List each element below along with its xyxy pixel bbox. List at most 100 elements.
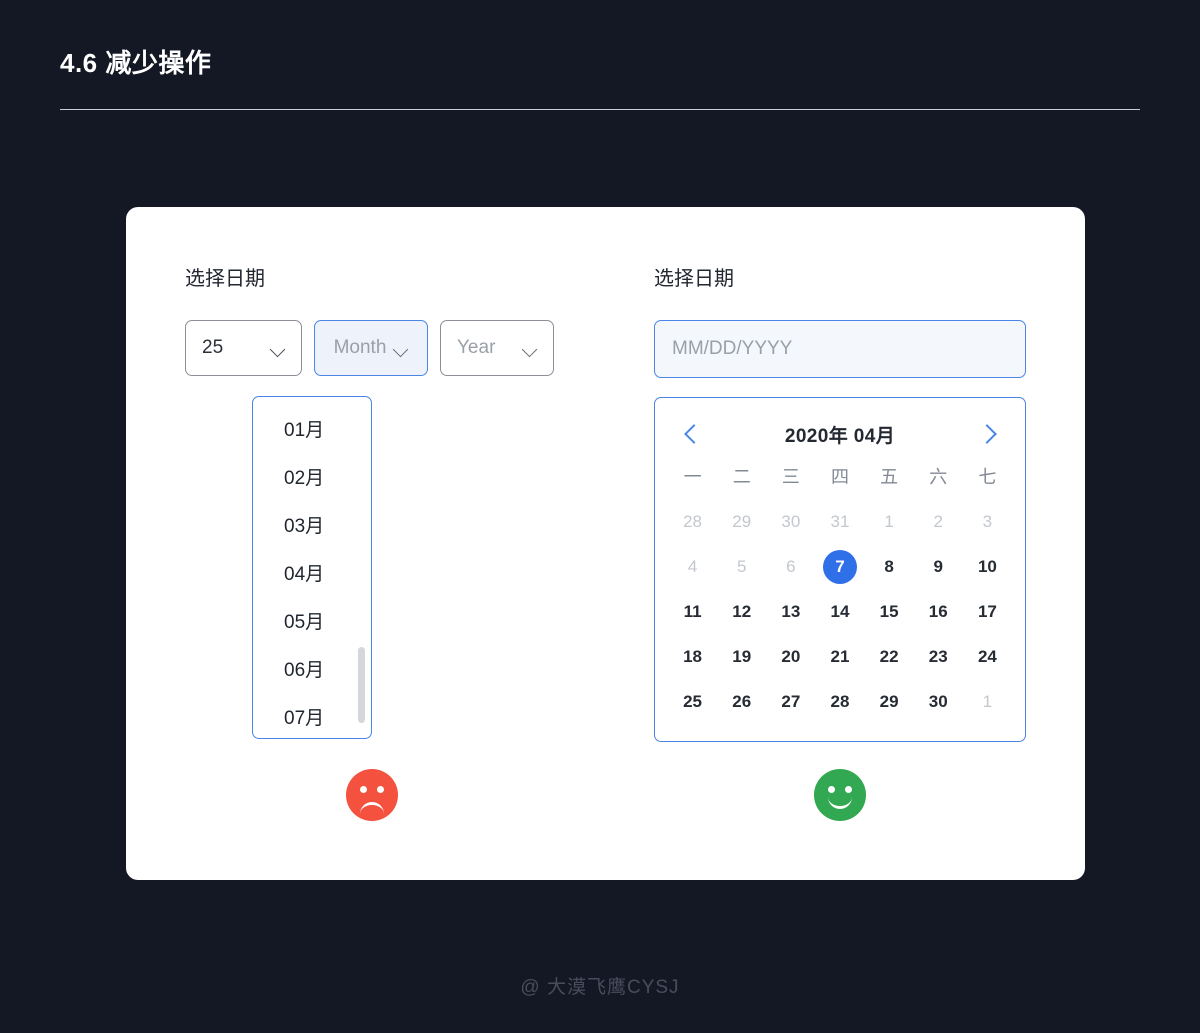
list-item[interactable]: 02月	[253, 455, 371, 503]
calendar-day-label: 3	[982, 511, 993, 531]
chevron-down-icon	[523, 344, 537, 353]
calendar-day-4[interactable]: 4	[668, 544, 717, 589]
calendar-day-13[interactable]: 13	[766, 589, 815, 634]
calendar-day-label: 30	[928, 691, 948, 711]
list-item[interactable]: 04月	[253, 551, 371, 599]
list-item[interactable]: 06月	[253, 647, 371, 695]
month-dropdown-list[interactable]: 01月 02月 03月 04月 05月 06月 07月	[252, 396, 372, 739]
calendar-day-24[interactable]: 24	[963, 634, 1012, 679]
calendar-day-label: 24	[977, 646, 997, 666]
date-input[interactable]: MM/DD/YYYY	[654, 320, 1026, 378]
calendar-day-17[interactable]: 17	[963, 589, 1012, 634]
calendar-day-label: 22	[879, 646, 899, 666]
calendar-popup: 2020年 04月 一 二 三 四 五 六 七 28 29 30 31 1 2 3 4 5 6 7 8…	[654, 397, 1026, 742]
year-select-value: Year	[457, 337, 496, 358]
year-select[interactable]: Year	[440, 320, 554, 376]
month-dropdown-items: 01月 02月 03月 04月 05月 06月 07月	[253, 397, 371, 738]
month-select[interactable]: Month	[314, 320, 428, 376]
calendar-day-18[interactable]: 18	[668, 634, 717, 679]
calendar-day-label: 31	[830, 511, 850, 531]
left-panel: 选择日期 25 Month Year	[185, 265, 605, 376]
sad-face-eye-left	[360, 786, 367, 793]
dropdown-scrollbar-thumb[interactable]	[358, 647, 365, 723]
dropdown-scrollbar[interactable]	[358, 407, 365, 728]
calendar-day-14[interactable]: 14	[815, 589, 864, 634]
list-item[interactable]: 03月	[253, 503, 371, 551]
calendar-day-label: 14	[830, 601, 850, 621]
chevron-right-icon[interactable]	[976, 421, 1002, 447]
calendar-day-8[interactable]: 8	[865, 544, 914, 589]
left-panel-label: 选择日期	[185, 268, 265, 290]
weekday-label: 三	[781, 467, 800, 487]
calendar-day-3[interactable]: 3	[963, 499, 1012, 544]
page-title: 4.6 减少操作	[60, 48, 212, 78]
calendar-day-15[interactable]: 15	[865, 589, 914, 634]
calendar-day-label: 17	[977, 601, 997, 621]
calendar-day-2[interactable]: 2	[914, 499, 963, 544]
calendar-day-25[interactable]: 25	[668, 679, 717, 724]
calendar-day-label: 16	[928, 601, 948, 621]
sad-face-mouth	[360, 802, 384, 814]
calendar-day-26[interactable]: 26	[717, 679, 766, 724]
calendar-day-7[interactable]: 7	[815, 544, 864, 589]
month-select-value: Month	[333, 337, 387, 358]
calendar-day-1[interactable]: 1	[865, 499, 914, 544]
footer-watermark: @ 大漠飞鹰CYSJ	[520, 977, 680, 998]
calendar-day-20[interactable]: 20	[766, 634, 815, 679]
calendar-day-28[interactable]: 28	[668, 499, 717, 544]
calendar-day-label: 10	[977, 556, 997, 576]
calendar-day-label: 7	[822, 549, 857, 584]
chevron-down-icon	[394, 344, 408, 353]
calendar-day-label: 30	[781, 511, 801, 531]
calendar-day-19[interactable]: 19	[717, 634, 766, 679]
calendar-day-30[interactable]: 30	[766, 499, 815, 544]
calendar-day-21[interactable]: 21	[815, 634, 864, 679]
calendar-day-label: 5	[736, 556, 747, 576]
calendar-day-12[interactable]: 12	[717, 589, 766, 634]
calendar-day-16[interactable]: 16	[914, 589, 963, 634]
calendar-day-label: 1	[884, 511, 894, 531]
calendar-day-label: 11	[683, 601, 702, 621]
calendar-day-label: 20	[781, 646, 801, 666]
calendar-day-label: 21	[830, 646, 850, 666]
calendar-day-label: 25	[683, 691, 703, 711]
weekday-label: 二	[732, 467, 751, 487]
day-select-value: 25	[202, 337, 224, 358]
calendar-day-29[interactable]: 29	[717, 499, 766, 544]
calendar-day-5[interactable]: 5	[717, 544, 766, 589]
happy-face-eye-left	[828, 786, 835, 793]
calendar-day-23[interactable]: 23	[914, 634, 963, 679]
calendar-day-label: 12	[732, 601, 752, 621]
title-divider	[60, 109, 1140, 110]
list-item[interactable]: 07月	[253, 695, 371, 738]
calendar-day-6[interactable]: 6	[766, 544, 815, 589]
happy-face-mouth	[828, 797, 852, 809]
calendar-day-1[interactable]: 1	[963, 679, 1012, 724]
calendar-day-label: 19	[732, 646, 752, 666]
calendar-day-label: 23	[928, 646, 948, 666]
calendar-day-27[interactable]: 27	[766, 679, 815, 724]
calendar-day-29[interactable]: 29	[865, 679, 914, 724]
weekday-label: 六	[929, 467, 948, 487]
chevron-down-icon	[271, 344, 285, 353]
calendar-day-label: 4	[687, 556, 698, 576]
weekday-label: 一	[683, 467, 702, 487]
happy-face-eye-right	[845, 786, 852, 793]
calendar-day-10[interactable]: 10	[963, 544, 1012, 589]
list-item[interactable]: 05月	[253, 599, 371, 647]
page-header: 4.6 减少操作	[60, 46, 1140, 110]
weekday-label: 四	[830, 467, 849, 487]
calendar-day-11[interactable]: 11	[668, 589, 717, 634]
calendar-day-label: 6	[786, 556, 796, 576]
calendar-day-31[interactable]: 31	[815, 499, 864, 544]
list-item[interactable]: 01月	[253, 407, 371, 455]
chevron-left-icon[interactable]	[678, 421, 704, 447]
calendar-day-label: 29	[879, 691, 899, 711]
day-select[interactable]: 25	[185, 320, 302, 376]
calendar-day-9[interactable]: 9	[914, 544, 963, 589]
calendar-day-22[interactable]: 22	[865, 634, 914, 679]
demo-card: 选择日期 25 Month Year 01月 02月 03月 04月 05月 0…	[126, 207, 1085, 880]
calendar-day-label: 9	[933, 556, 943, 576]
calendar-day-28[interactable]: 28	[815, 679, 864, 724]
calendar-day-30[interactable]: 30	[914, 679, 963, 724]
